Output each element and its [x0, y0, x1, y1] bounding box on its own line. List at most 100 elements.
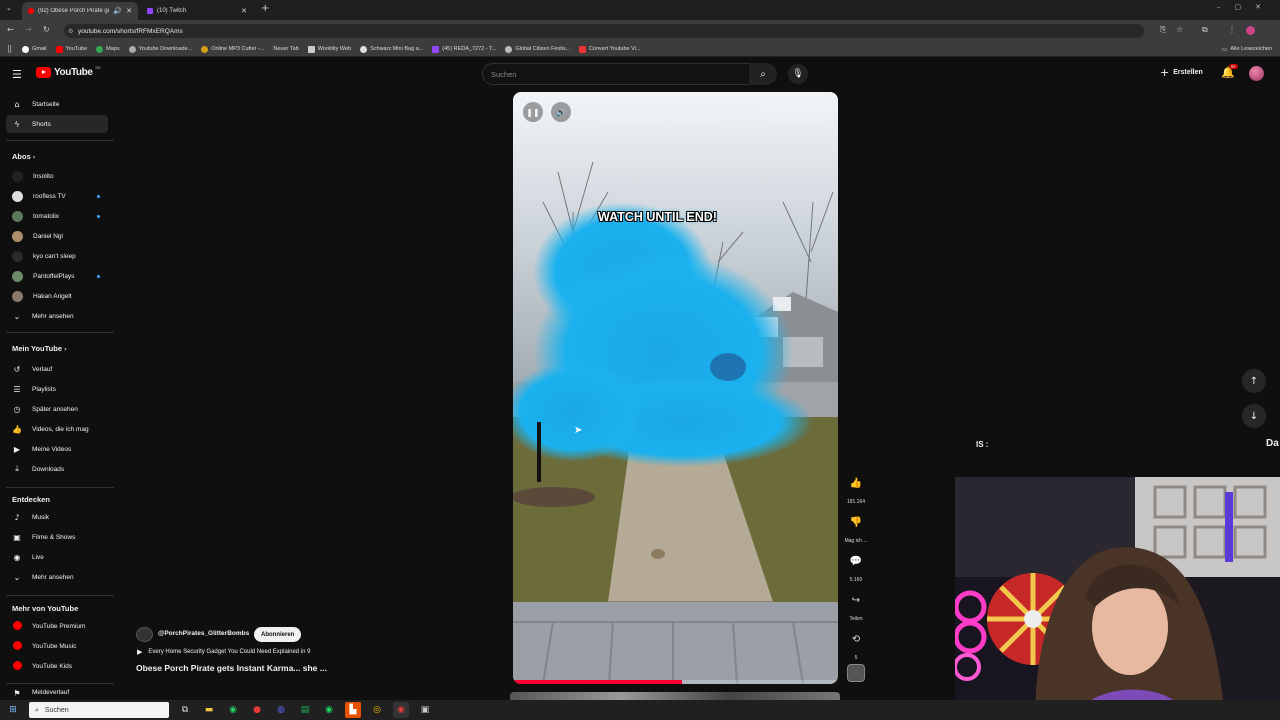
- youtube-logo[interactable]: YouTube DE: [36, 65, 101, 78]
- sidebar-item-subscription[interactable]: Daniel Ngl: [6, 227, 108, 245]
- bookmark-item[interactable]: (45) REDA_7272 - T...: [432, 45, 497, 53]
- sidebar-item-subscription[interactable]: roofless TV: [6, 187, 108, 205]
- bookmark-item[interactable]: Online MP3 Cutter -...: [201, 45, 264, 53]
- sidebar-item-thumb-up[interactable]: 👍 Videos, die ich mag: [6, 420, 108, 438]
- search-button[interactable]: ⌕: [749, 63, 777, 85]
- voice-search-button[interactable]: 🎙: [788, 64, 808, 84]
- app-icon[interactable]: ▙: [345, 702, 361, 718]
- taskbar-search-input[interactable]: ⌕ Suchen: [29, 702, 169, 718]
- sidebar-item-subscription[interactable]: tomatolix: [6, 207, 108, 225]
- account-avatar[interactable]: [1249, 66, 1264, 81]
- chrome-icon[interactable]: ◎: [369, 702, 385, 718]
- you-heading[interactable]: Mein YouTube ›: [12, 344, 67, 353]
- forward-icon[interactable]: →: [25, 25, 32, 34]
- bookmark-item[interactable]: Global Citizen Festiv...: [505, 45, 570, 53]
- comments-button[interactable]: 💬 5.160: [844, 549, 868, 584]
- reload-icon[interactable]: ↻: [43, 25, 50, 34]
- share-button[interactable]: ↪ Teilen: [844, 588, 868, 623]
- playlist-link[interactable]: ▶ Every Home Security Gadget You Could Ne…: [137, 648, 311, 656]
- subscribe-button[interactable]: Abonnieren: [254, 627, 302, 642]
- bookmark-item[interactable]: Convert Youtube Vi...: [578, 45, 641, 53]
- bookmark-item[interactable]: Wootility Web: [307, 45, 351, 53]
- next-short-button[interactable]: ↓: [1242, 404, 1266, 428]
- obs-icon[interactable]: ◉: [393, 702, 409, 718]
- close-tab-icon[interactable]: ✕: [241, 7, 247, 15]
- spotify-icon[interactable]: ◉: [321, 702, 337, 718]
- apps-icon[interactable]: ⣿: [7, 45, 12, 53]
- next-short-preview[interactable]: [510, 692, 840, 700]
- new-tab-icon[interactable]: +: [261, 3, 269, 14]
- bookmark-item[interactable]: YouTube: [55, 45, 87, 53]
- browser-tab-bar: ⌄ (92) Obese Porch Pirate ge 🔊 ✕ (10) Tw…: [0, 0, 1280, 20]
- volume-button[interactable]: 🔊: [551, 102, 571, 122]
- pause-icon: ❚❚: [526, 107, 540, 117]
- bookmark-label: (45) REDA_7272 - T...: [442, 46, 497, 52]
- like-button[interactable]: 👍 181.164: [844, 471, 868, 506]
- hamburger-menu-icon[interactable]: ☰: [12, 68, 22, 81]
- star-icon[interactable]: ☆: [1176, 25, 1183, 34]
- channel-name[interactable]: @PorchPirates_GlitterBombs: [158, 630, 249, 637]
- sidebar-item-subscription[interactable]: PantoffelPlays: [6, 267, 108, 285]
- tab-list-icon[interactable]: ⌄: [6, 4, 12, 12]
- sidebar-item-download[interactable]: ⤓ Downloads: [6, 460, 108, 478]
- bookmark-item[interactable]: Schwarz Mini Bag a...: [360, 45, 423, 53]
- whatsapp-icon[interactable]: ◉: [225, 702, 241, 718]
- windows-start-icon[interactable]: ⊞: [5, 702, 21, 718]
- sound-thumbnail[interactable]: [847, 664, 865, 682]
- pause-button[interactable]: ❚❚: [523, 102, 543, 122]
- sidebar-item-label: Filme & Shows: [32, 533, 76, 541]
- bookmark-item[interactable]: Gmail: [22, 45, 47, 53]
- sidebar-item-youtube-service[interactable]: YouTube Music: [6, 637, 108, 655]
- site-info-icon[interactable]: ⚙: [68, 28, 73, 35]
- fullscreen-icon[interactable]: ⤢: [817, 109, 823, 118]
- shorts-video-player[interactable]: ❚❚ 🔊 ⊡ ⋮ ⤢: [513, 92, 838, 684]
- sidebar-item-film[interactable]: ▣ Filme & Shows: [6, 528, 108, 546]
- previous-short-button[interactable]: ↑: [1242, 369, 1266, 393]
- tab-youtube[interactable]: (92) Obese Porch Pirate ge 🔊 ✕: [22, 2, 138, 20]
- channel-avatar[interactable]: [136, 627, 153, 642]
- sidebar-item-music[interactable]: ♪ Musik: [6, 508, 108, 526]
- install-icon[interactable]: ⎘: [1160, 25, 1166, 35]
- sidebar-item-youtube-service[interactable]: YouTube Premium: [6, 617, 108, 635]
- captions-icon[interactable]: ⊡: [770, 109, 776, 117]
- sidebar-item-live[interactable]: ◉ Live: [6, 548, 108, 566]
- sidebar-item-subscription[interactable]: kyo can't sleep: [6, 247, 108, 265]
- profile-avatar[interactable]: [1246, 26, 1255, 35]
- sidebar-item-playlist[interactable]: ☰ Playlists: [6, 380, 108, 398]
- bookmark-item[interactable]: Maps: [96, 45, 120, 53]
- sidebar-item-my-videos[interactable]: ▶ Meine Videos: [6, 440, 108, 458]
- url-bar[interactable]: ⚙ youtube.com/shorts/fRFMxERQAms: [64, 24, 1144, 38]
- sidebar-item-home[interactable]: ⌂ Startseite: [6, 95, 108, 113]
- bookmark-item[interactable]: Neuer Tab: [273, 46, 298, 52]
- xbox-icon[interactable]: ▤: [297, 702, 313, 718]
- subscriptions-heading[interactable]: Abos ›: [12, 152, 35, 161]
- sidebar-item-subscription[interactable]: Insolito: [6, 167, 108, 185]
- file-explorer-icon[interactable]: ▬: [201, 702, 217, 718]
- channel-avatar: [12, 230, 23, 242]
- remix-button[interactable]: ⟲ 5: [844, 627, 868, 662]
- create-button[interactable]: + Erstellen: [1160, 66, 1203, 79]
- dislike-button[interactable]: 👎 Mag ich ...: [844, 510, 868, 545]
- back-icon[interactable]: ←: [7, 25, 14, 34]
- sidebar-item-subscription[interactable]: Hakan Angelt: [6, 287, 108, 305]
- tab-twitch[interactable]: (10) Twitch ✕: [141, 2, 253, 20]
- app-generic-icon[interactable]: ▣: [417, 702, 433, 718]
- window-controls[interactable]: –▢✕: [1217, 3, 1275, 11]
- menu-icon[interactable]: ⋮: [1228, 25, 1236, 34]
- extensions-icon[interactable]: ⧉: [1202, 25, 1208, 35]
- maps-pin-icon[interactable]: ●: [249, 702, 265, 718]
- task-view-icon[interactable]: ⧉: [177, 702, 193, 718]
- sidebar-item-clock[interactable]: ◷ Später ansehen: [6, 400, 108, 418]
- sidebar-item-chevron-down[interactable]: ⌄ Mehr ansehen: [6, 568, 108, 586]
- sidebar-item-subs-more[interactable]: ⌄ Mehr ansehen: [6, 307, 108, 325]
- search-input[interactable]: Suchen: [482, 63, 776, 85]
- bookmark-item[interactable]: Youtube Downloade...: [128, 45, 192, 53]
- discord-icon[interactable]: ◍: [273, 702, 289, 718]
- more-options-icon[interactable]: ⋮: [793, 109, 800, 117]
- all-bookmarks[interactable]: ▭ Alle Lesezeichen: [1222, 46, 1272, 53]
- sidebar-item-shorts[interactable]: ϟ Shorts: [6, 115, 108, 133]
- close-tab-icon[interactable]: ✕: [126, 7, 132, 15]
- sidebar-item-youtube-service[interactable]: YouTube Kids: [6, 657, 108, 675]
- sidebar-item-history[interactable]: ↺ Verlauf: [6, 360, 108, 378]
- sidebar-item-report-history[interactable]: ⚑ Meldeverlauf: [6, 689, 108, 700]
